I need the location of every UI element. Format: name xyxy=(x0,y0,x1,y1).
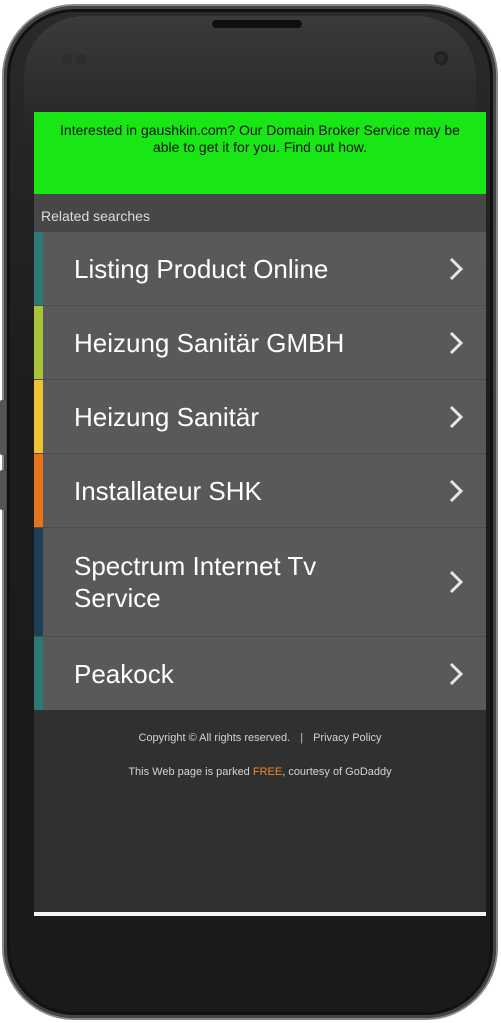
front-camera xyxy=(434,51,448,65)
power-button xyxy=(0,470,6,510)
item-color-bar xyxy=(34,528,43,636)
search-item[interactable]: Peakock xyxy=(34,637,486,710)
chevron-right-icon xyxy=(448,661,464,687)
parked-free-text: FREE xyxy=(252,766,283,778)
search-item-label: Heizung Sanitär GMBH xyxy=(74,327,345,358)
related-searches-header: Related searches xyxy=(34,194,486,232)
search-item[interactable]: Spectrum Internet Tv Service xyxy=(34,528,486,637)
sensor-dot xyxy=(76,54,86,64)
footer-row-parked: This Web page is parked FREE, courtesy o… xyxy=(34,766,486,778)
speaker-grille xyxy=(212,20,302,28)
sensor-dot xyxy=(62,54,72,64)
chevron-right-icon xyxy=(448,256,464,282)
search-item-label: Peakock xyxy=(74,658,174,689)
search-item-label: Listing Product Online xyxy=(74,253,329,284)
chevron-right-icon xyxy=(448,330,464,356)
copyright-text: Copyright © All rights reserved. xyxy=(138,732,291,744)
search-item-label: Spectrum Internet Tv Service xyxy=(74,551,317,613)
search-item[interactable]: Heizung Sanitär GMBH xyxy=(34,306,486,380)
parked-prefix-text: This Web page is parked xyxy=(128,766,253,778)
search-item[interactable]: Installateur SHK xyxy=(34,454,486,528)
domain-broker-link[interactable]: Interested in gaushkin.com? Our Domain B… xyxy=(60,122,460,155)
chevron-right-icon xyxy=(448,569,464,595)
chevron-right-icon xyxy=(448,478,464,504)
screen-bottom-edge xyxy=(34,912,486,916)
parked-suffix-text: , courtesy of GoDaddy xyxy=(282,766,392,778)
volume-button xyxy=(0,400,6,455)
search-item-label: Heizung Sanitär xyxy=(74,401,259,432)
footer-separator: | xyxy=(300,732,304,744)
item-color-bar xyxy=(34,232,43,305)
related-searches-title: Related searches xyxy=(41,208,150,224)
item-color-bar xyxy=(34,637,43,710)
domain-broker-banner[interactable]: Interested in gaushkin.com? Our Domain B… xyxy=(34,112,486,194)
footer-row-copyright: Copyright © All rights reserved. | Privacy… xyxy=(34,732,486,744)
search-item[interactable]: Listing Product Online xyxy=(34,232,486,306)
item-color-bar xyxy=(34,380,43,453)
privacy-policy-link[interactable]: Privacy Policy xyxy=(313,732,381,744)
item-color-bar xyxy=(34,306,43,379)
search-item-label: Installateur SHK xyxy=(74,475,262,506)
chevron-right-icon xyxy=(448,404,464,430)
phone-screen: Interested in gaushkin.com? Our Domain B… xyxy=(34,112,486,915)
related-searches-list: Listing Product Online Heizung Sanitär G… xyxy=(34,232,486,710)
item-color-bar xyxy=(34,454,43,527)
search-item[interactable]: Heizung Sanitär xyxy=(34,380,486,454)
